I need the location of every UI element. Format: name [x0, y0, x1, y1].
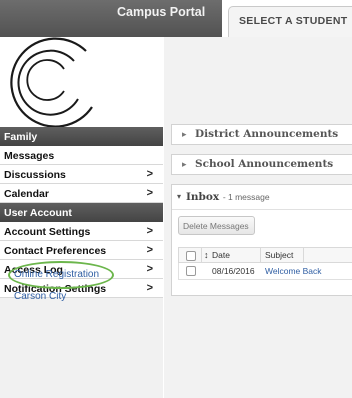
district-announcements-title: District Announcements	[195, 128, 339, 140]
message-subject-link[interactable]: Welcome Back	[265, 266, 322, 276]
chevron-right-icon: >	[146, 282, 153, 294]
school-announcements-panel[interactable]: ▸ School Announcements	[171, 154, 352, 175]
subject-column-header[interactable]: Subject	[265, 250, 293, 260]
select-student-tab[interactable]: SELECT A STUDENT	[228, 6, 352, 37]
table-header: ↕ Date Subject	[178, 247, 352, 263]
campus-logo-icon	[10, 37, 93, 128]
row-checkbox[interactable]	[186, 266, 196, 276]
sidebar: Family Messages Discussions > Calendar >…	[0, 37, 163, 398]
sort-icon[interactable]: ↕	[204, 250, 209, 260]
table-row[interactable]: 08/16/2016 Welcome Back	[178, 263, 352, 280]
portal-title: Campus Portal	[117, 5, 206, 19]
column-divider	[201, 248, 202, 263]
sidebar-item-account-settings[interactable]: Account Settings >	[0, 222, 163, 241]
district-announcements-panel[interactable]: ▸ District Announcements	[171, 124, 352, 145]
family-header: Family	[0, 127, 163, 146]
select-student-label: SELECT A STUDENT	[239, 15, 348, 27]
sidebar-item-discussions[interactable]: Discussions >	[0, 165, 163, 184]
expand-arrow-icon: ▸	[182, 129, 187, 139]
logo-area	[0, 37, 163, 128]
sidebar-item-messages[interactable]: Messages	[0, 146, 163, 165]
sidebar-item-calendar[interactable]: Calendar >	[0, 184, 163, 203]
chevron-right-icon: >	[146, 187, 153, 199]
chevron-right-icon: >	[146, 168, 153, 180]
delete-messages-button[interactable]: Delete Messages	[178, 216, 255, 235]
chevron-right-icon: >	[146, 263, 153, 275]
collapse-arrow-icon[interactable]: ▾	[177, 192, 181, 201]
sidebar-item-label: Messages	[4, 150, 55, 162]
message-date: 08/16/2016	[212, 266, 255, 276]
chevron-right-icon: >	[146, 225, 153, 237]
sidebar-item-label: Account Settings	[4, 226, 91, 238]
divider	[172, 209, 352, 210]
inbox-title: Inbox - 1 message	[186, 191, 270, 203]
inbox-label: Inbox	[186, 191, 220, 203]
user-account-header: User Account	[0, 203, 163, 222]
school-announcements-title: School Announcements	[195, 158, 334, 170]
column-divider	[260, 248, 261, 263]
sidebar-item-label: Contact Preferences	[4, 245, 107, 257]
main-content: ▸ District Announcements ▸ School Announ…	[164, 37, 352, 398]
online-registration-link[interactable]: Online Registration	[14, 269, 99, 280]
sidebar-item-contact-preferences[interactable]: Contact Preferences >	[0, 241, 163, 260]
sidebar-lower-area	[0, 298, 163, 398]
district-link[interactable]: Carson City	[14, 291, 66, 302]
select-all-checkbox[interactable]	[186, 251, 196, 261]
inbox-count: - 1 message	[222, 192, 270, 202]
inbox-panel: ▾ Inbox - 1 message Delete Messages ↕ Da…	[171, 184, 352, 296]
sidebar-item-label: Discussions	[4, 169, 66, 181]
sidebar-item-label: Calendar	[4, 188, 49, 200]
expand-arrow-icon: ▸	[182, 159, 187, 169]
column-divider	[303, 248, 304, 263]
chevron-right-icon: >	[146, 244, 153, 256]
date-column-header[interactable]: Date	[212, 250, 230, 260]
